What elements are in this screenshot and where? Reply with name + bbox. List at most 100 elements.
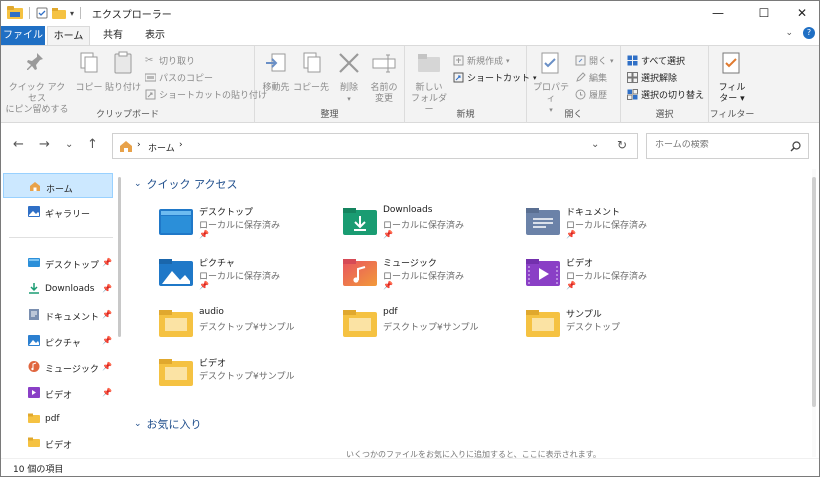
- copy-path-button[interactable]: パスのコピー: [145, 71, 213, 84]
- ribbon-collapse-icon[interactable]: ⌄: [785, 28, 793, 38]
- desktop-folder-icon: [28, 258, 40, 267]
- new-item-button[interactable]: 新規作成 ▾: [453, 54, 510, 67]
- tile-downloads[interactable]: Downloads ローカルに保存済み 📌: [343, 203, 513, 247]
- back-arrow-icon[interactable]: ←: [13, 137, 24, 152]
- new-item-dropdown-icon: ▾: [506, 56, 510, 65]
- cut-button[interactable]: ✂ 切り取り: [145, 54, 195, 67]
- pin-icon[interactable]: 📌: [102, 258, 112, 267]
- chevron-down-icon: ⌄: [134, 179, 142, 189]
- navigation-pane: ホーム ギャラリー デスクトップ 📌 Downloads 📌 ドキュメント 📌 …: [1, 169, 127, 457]
- tile-music[interactable]: ミュージック ローカルに保存済み 📌: [343, 254, 513, 298]
- nav-item-documents[interactable]: ドキュメント 📌: [3, 302, 113, 327]
- favorites-header[interactable]: ⌄ お気に入り: [134, 416, 202, 432]
- copy-to-button[interactable]: コピー先: [293, 50, 329, 94]
- rename-button[interactable]: 名前の 変更: [367, 50, 401, 105]
- delete-button[interactable]: 削除 ▾: [335, 50, 363, 105]
- pin-icon[interactable]: 📌: [102, 310, 112, 319]
- nav-item-gallery[interactable]: ギャラリー: [3, 199, 113, 224]
- search-input[interactable]: [655, 140, 785, 150]
- tile-documents[interactable]: ドキュメント ローカルに保存済み 📌: [526, 203, 696, 247]
- main-scrollbar[interactable]: [812, 169, 816, 457]
- select-all-button[interactable]: すべて選択: [627, 54, 685, 67]
- properties-check-icon[interactable]: [36, 7, 48, 19]
- qat-dropdown-icon[interactable]: ▾: [70, 9, 74, 18]
- tab-share[interactable]: 共有: [99, 26, 127, 45]
- nav-item-downloads[interactable]: Downloads 📌: [3, 276, 113, 301]
- open-group: プロパティ ▾ 開く ▾ 編集 履歴 開く: [527, 46, 621, 123]
- paste-button[interactable]: 貼り付け: [105, 50, 141, 94]
- pin-icon[interactable]: 📌: [102, 388, 112, 397]
- edit-button[interactable]: 編集: [575, 71, 607, 84]
- pin-icon[interactable]: 📌: [102, 362, 112, 371]
- nav-item-label: ギャラリー: [45, 210, 91, 220]
- nav-item-label: Downloads: [45, 284, 95, 294]
- invert-selection-icon: [627, 89, 638, 100]
- select-none-button[interactable]: 選択解除: [627, 71, 677, 84]
- navigation-row: ← → ⌄ ↑ › ホーム › ⌄ ↻: [1, 131, 819, 161]
- search-box[interactable]: [646, 133, 809, 159]
- tile-video-folder[interactable]: ビデオ デスクトップ¥サンプル: [159, 354, 329, 398]
- nav-item-music[interactable]: ミュージック 📌: [3, 354, 113, 379]
- address-dropdown-icon[interactable]: ⌄: [591, 139, 599, 150]
- pin-icon[interactable]: 📌: [102, 336, 112, 345]
- main-scrollbar-thumb[interactable]: [812, 177, 816, 407]
- filter-label-line1: フィル: [718, 83, 746, 93]
- tile-sample[interactable]: サンプル デスクトップ: [526, 305, 696, 349]
- filter-button[interactable]: フィル ター ▾: [715, 50, 749, 105]
- explorer-window: ▾ エクスプローラー — ☐ ✕ ファイル ホーム 共有 表示 ⌄ ? クイック…: [0, 0, 820, 477]
- address-bar[interactable]: › ホーム › ⌄ ↻: [112, 133, 638, 159]
- paste-icon: [114, 51, 132, 74]
- pin-icon: 📌: [566, 230, 576, 239]
- tab-file[interactable]: ファイル: [1, 26, 45, 45]
- nav-item-pictures[interactable]: ピクチャ 📌: [3, 328, 113, 353]
- tile-subtitle: ローカルに保存済み: [199, 221, 281, 231]
- picture-icon: [28, 335, 40, 346]
- nav-item-pdf[interactable]: pdf: [3, 406, 113, 431]
- nav-item-label: ビデオ: [45, 391, 73, 401]
- rename-label-line1: 名前の: [370, 83, 398, 93]
- shortcut-button[interactable]: ショートカット ▾: [453, 71, 537, 84]
- quick-access-header[interactable]: ⌄ クイック アクセス: [134, 176, 238, 192]
- nav-item-desktop[interactable]: デスクトップ 📌: [3, 250, 113, 275]
- help-icon[interactable]: ?: [803, 27, 815, 39]
- invert-selection-label: 選択の切り替え: [641, 91, 705, 101]
- up-arrow-icon[interactable]: ↑: [87, 137, 98, 152]
- pin-label-line1: クイック アクセス: [8, 83, 66, 104]
- history-button[interactable]: 履歴: [575, 88, 607, 101]
- tab-view[interactable]: 表示: [141, 26, 169, 45]
- tile-pictures[interactable]: ピクチャ ローカルに保存済み 📌: [159, 254, 329, 298]
- close-button[interactable]: ✕: [779, 1, 819, 25]
- gallery-icon: [28, 206, 40, 217]
- tile-pdf[interactable]: pdf デスクトップ¥サンプル: [343, 305, 513, 349]
- tile-subtitle: ローカルに保存済み: [566, 272, 648, 282]
- pin-icon: 📌: [199, 281, 209, 290]
- open-dropdown-icon: ▾: [610, 56, 614, 65]
- nav-item-videos[interactable]: ビデオ 📌: [3, 380, 113, 405]
- video-icon: [28, 387, 40, 398]
- navpane-scrollbar[interactable]: [118, 177, 121, 337]
- tab-home[interactable]: ホーム: [47, 26, 90, 45]
- pin-icon: 📌: [566, 281, 576, 290]
- nav-item-home[interactable]: ホーム: [3, 173, 113, 198]
- tile-audio[interactable]: audio デスクトップ¥サンプル: [159, 305, 329, 349]
- refresh-icon[interactable]: ↻: [617, 138, 627, 152]
- tile-videos[interactable]: ビデオ ローカルに保存済み 📌: [526, 254, 696, 298]
- recent-locations-chevron-icon[interactable]: ⌄: [65, 139, 73, 150]
- invert-selection-button[interactable]: 選択の切り替え: [627, 88, 704, 101]
- address-chevron-icon: ›: [137, 140, 141, 150]
- forward-arrow-icon[interactable]: →: [39, 137, 50, 152]
- music-folder-icon: [343, 259, 377, 286]
- new-folder-small-icon[interactable]: [52, 7, 66, 19]
- copy-button[interactable]: コピー: [73, 50, 105, 94]
- minimize-button[interactable]: —: [695, 1, 741, 25]
- home-address-icon: [120, 141, 132, 152]
- tile-desktop[interactable]: デスクトップ ローカルに保存済み 📌: [159, 203, 329, 247]
- delete-dropdown-icon[interactable]: ▾: [335, 94, 363, 105]
- open-button[interactable]: 開く ▾: [575, 54, 614, 67]
- open-group-label: 開く: [564, 110, 583, 120]
- move-to-button[interactable]: 移動先: [259, 50, 293, 94]
- nav-item-video-folder[interactable]: ビデオ: [3, 430, 113, 455]
- nav-item-label: デスクトップ: [45, 261, 100, 271]
- paste-shortcut-button[interactable]: ショートカットの貼り付け: [145, 88, 267, 101]
- pin-icon[interactable]: 📌: [102, 284, 112, 293]
